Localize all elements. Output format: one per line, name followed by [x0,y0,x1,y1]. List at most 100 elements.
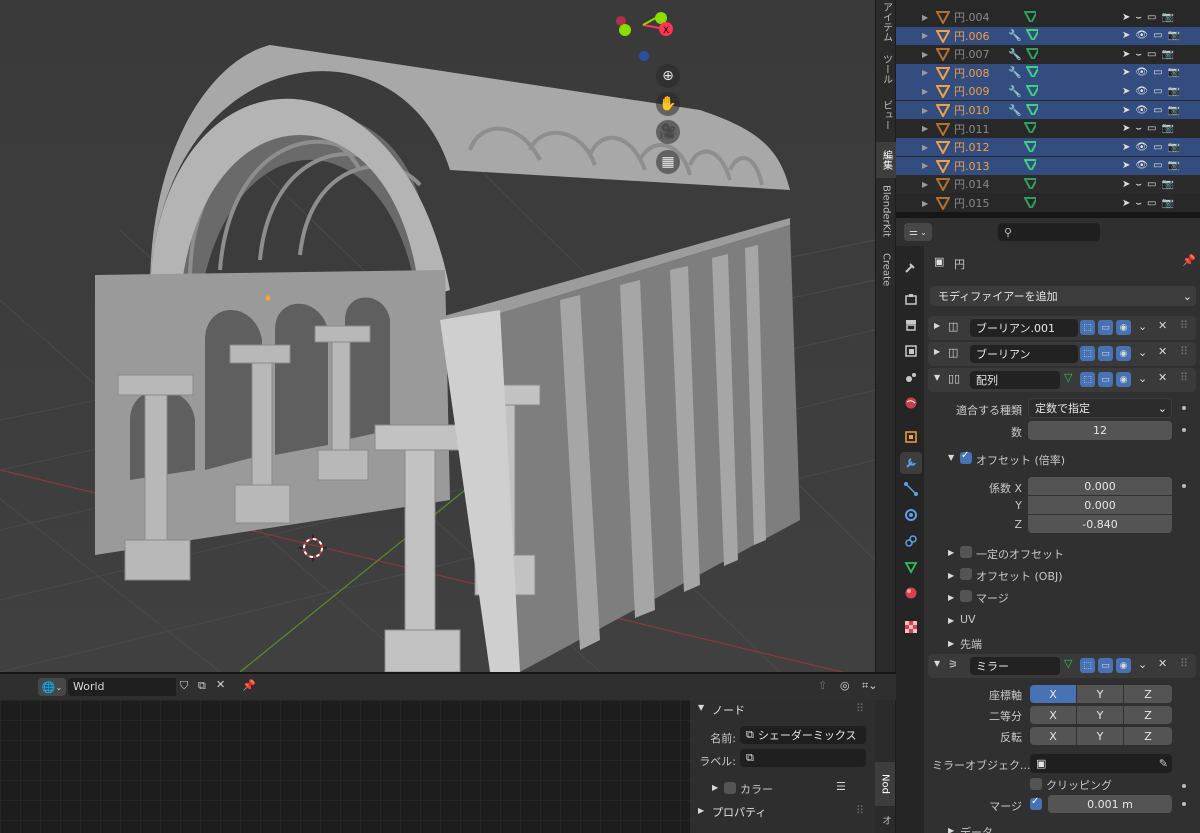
fit-type-dropdown[interactable]: 定数で指定 ⌄ [1028,398,1172,418]
expand-arrow-icon[interactable]: ▶ [712,783,718,792]
render-camera-icon[interactable]: 📷 [1168,142,1180,153]
output-tab-icon[interactable] [900,314,922,336]
close-icon[interactable]: ✕ [1158,657,1167,670]
outliner-item-name[interactable]: 円.004 [954,9,990,25]
outliner-item-name[interactable]: 円.015 [954,195,990,211]
modifier-boolean[interactable]: ▶ ◫ ブーリアン ⬚ ▭ ◉ ⌄ ✕ ⠿ [928,342,1196,366]
search-input[interactable]: ⚲ [998,223,1100,241]
mesh-data-icon[interactable] [1023,158,1039,174]
expand-arrow-icon[interactable]: ▶ [922,106,928,115]
expand-arrow-icon[interactable]: ▶ [922,161,928,170]
factor-y-field[interactable]: 0.000 [1028,496,1172,514]
mesh-data-icon[interactable] [1025,84,1041,99]
add-modifier-dropdown[interactable]: モディファイアーを追加 ⌄ [930,286,1196,306]
eye-icon[interactable]: 👁 [1135,142,1148,153]
wrench-icon[interactable]: 🔧 [1008,29,1022,42]
bisect-y[interactable]: Y [1077,706,1123,724]
render-camera-icon[interactable]: 📷 [1161,123,1173,134]
viewport-toggle[interactable]: ▭ [1098,658,1113,673]
physics-tab-icon[interactable] [900,504,922,526]
mirror-axis-y[interactable]: Y [1077,685,1123,703]
outliner-item-name[interactable]: 円.006 [954,28,990,44]
node-editor-tab[interactable]: オ [875,806,895,833]
render-camera-icon[interactable]: 📷 [1168,105,1180,116]
bisect-x[interactable]: X [1030,706,1076,724]
scene-tab-icon[interactable] [900,366,922,388]
mirror-axis-z[interactable]: Z [1124,685,1172,703]
world-type-dropdown[interactable]: 🌐 ⌄ [38,678,66,696]
outliner-row[interactable]: ▶ 円.006 🔧 ➤ 👁 ▭ 📷 [896,26,1200,45]
render-camera-icon[interactable]: 📷 [1161,179,1173,190]
n-panel-tab[interactable]: アイテム [876,0,896,44]
render-camera-icon[interactable]: 📷 [1161,198,1173,209]
edit-mode-toggle[interactable]: ⬚ [1080,372,1095,387]
3d-viewport[interactable]: X ⊕ ✋ 🎥 ▦ [0,0,875,672]
viewport-display-icon[interactable]: ▭ [1153,142,1162,153]
drag-handle-icon[interactable]: ⠿ [1180,657,1188,670]
collapse-arrow-icon[interactable]: ▼ [934,659,940,668]
modifier-tab-icon[interactable] [900,452,922,474]
duplicate-icon[interactable]: ⧉ [198,679,206,693]
n-panel-tab[interactable]: 編集 [876,142,896,178]
outliner-row[interactable]: ▶ 円.009 🔧 ➤ 👁 ▭ 📷 [896,82,1200,101]
fake-user-shield-icon[interactable]: ⛉ [180,679,188,693]
viewport-display-icon[interactable]: ▭ [1147,198,1156,209]
mirror-axis-x[interactable]: X [1030,685,1076,703]
edit-mode-toggle[interactable]: ⬚ [1080,658,1095,673]
eye-icon[interactable]: 👁 [1135,86,1148,97]
expand-arrow-icon[interactable]: ▶ [922,124,928,133]
material-tab-icon[interactable] [900,582,922,604]
particles-tab-icon[interactable] [900,478,922,500]
pin-icon[interactable]: 📌 [1182,254,1196,267]
drag-handle-icon[interactable]: ⠿ [856,804,864,817]
modifier-array[interactable]: ▼ ▯▯ 配列 ▽ ⬚ ▭ ◉ ⌄ ✕ ⠿ [928,368,1196,392]
select-arrow-icon[interactable]: ➤ [1122,67,1130,78]
keyframe-dot[interactable] [1182,428,1186,432]
edit-mode-toggle[interactable]: ⬚ [1080,346,1095,361]
select-arrow-icon[interactable]: ➤ [1122,86,1130,97]
expand-arrow-icon[interactable]: ▶ [922,31,928,40]
select-arrow-icon[interactable]: ➤ [1122,12,1130,23]
outliner-item-name[interactable]: 円.014 [954,176,990,192]
keyframe-dot[interactable] [1182,784,1186,788]
keyframe-dot[interactable] [1182,406,1186,410]
colonnade-model-render[interactable] [0,0,875,672]
camera-icon[interactable]: 🎥 [656,120,680,144]
close-icon[interactable]: ✕ [1158,371,1167,384]
flip-x[interactable]: X [1030,727,1076,745]
eye-icon[interactable]: ⌣ [1135,179,1142,190]
editor-type-button[interactable]: ⚌ ⌄ [904,223,932,241]
world-name-field[interactable]: World [68,678,176,696]
outliner-row[interactable]: ▶ 円.008 🔧 ➤ 👁 ▭ 📷 [896,63,1200,82]
eye-icon[interactable]: ⌣ [1135,198,1142,209]
outliner-item-name[interactable]: 円.013 [954,158,990,174]
select-arrow-icon[interactable]: ➤ [1122,179,1130,190]
collapse-arrow-icon[interactable]: ▼ [948,453,954,462]
modifier-boolean-001[interactable]: ▶ ◫ ブーリアン.001 ⬚ ▭ ◉ ⌄ ✕ ⠿ [928,316,1196,340]
chevron-down-icon[interactable]: ⌄ [1138,372,1147,385]
mesh-data-icon[interactable] [1025,103,1041,118]
outliner-row[interactable]: ▶ 円.011 ➤ ⌣ ▭ 📷 [896,120,1200,138]
close-icon[interactable]: ✕ [216,678,225,691]
data-tab-icon[interactable] [900,556,922,578]
drag-handle-icon[interactable]: ⠿ [1180,345,1188,358]
viewport-display-icon[interactable]: ▭ [1147,179,1156,190]
constant-offset-checkbox[interactable] [960,546,972,558]
expand-arrow-icon[interactable]: ▶ [922,68,928,77]
render-toggle[interactable]: ◉ [1116,320,1131,335]
viewport-toggle[interactable]: ▭ [1098,372,1113,387]
drag-handle-icon[interactable]: ⠿ [856,702,864,715]
expand-arrow-icon[interactable]: ▶ [922,87,928,96]
select-arrow-icon[interactable]: ➤ [1122,198,1130,209]
render-tab-icon[interactable] [900,288,922,310]
modifier-name-field[interactable]: 配列 [970,371,1060,389]
expand-arrow-icon[interactable]: ▶ [922,50,928,59]
bisect-z[interactable]: Z [1124,706,1172,724]
object-offset-checkbox[interactable] [960,568,972,580]
select-arrow-icon[interactable]: ➤ [1122,160,1130,171]
viewport-toggle[interactable]: ▭ [1098,320,1113,335]
count-field[interactable]: 12 [1028,421,1172,440]
n-panel-tab[interactable]: Create [876,245,896,295]
n-panel-tab[interactable]: ビュー [876,95,896,135]
outliner-row[interactable]: ▶ 円.013 ➤ 👁 ▭ 📷 [896,156,1200,175]
